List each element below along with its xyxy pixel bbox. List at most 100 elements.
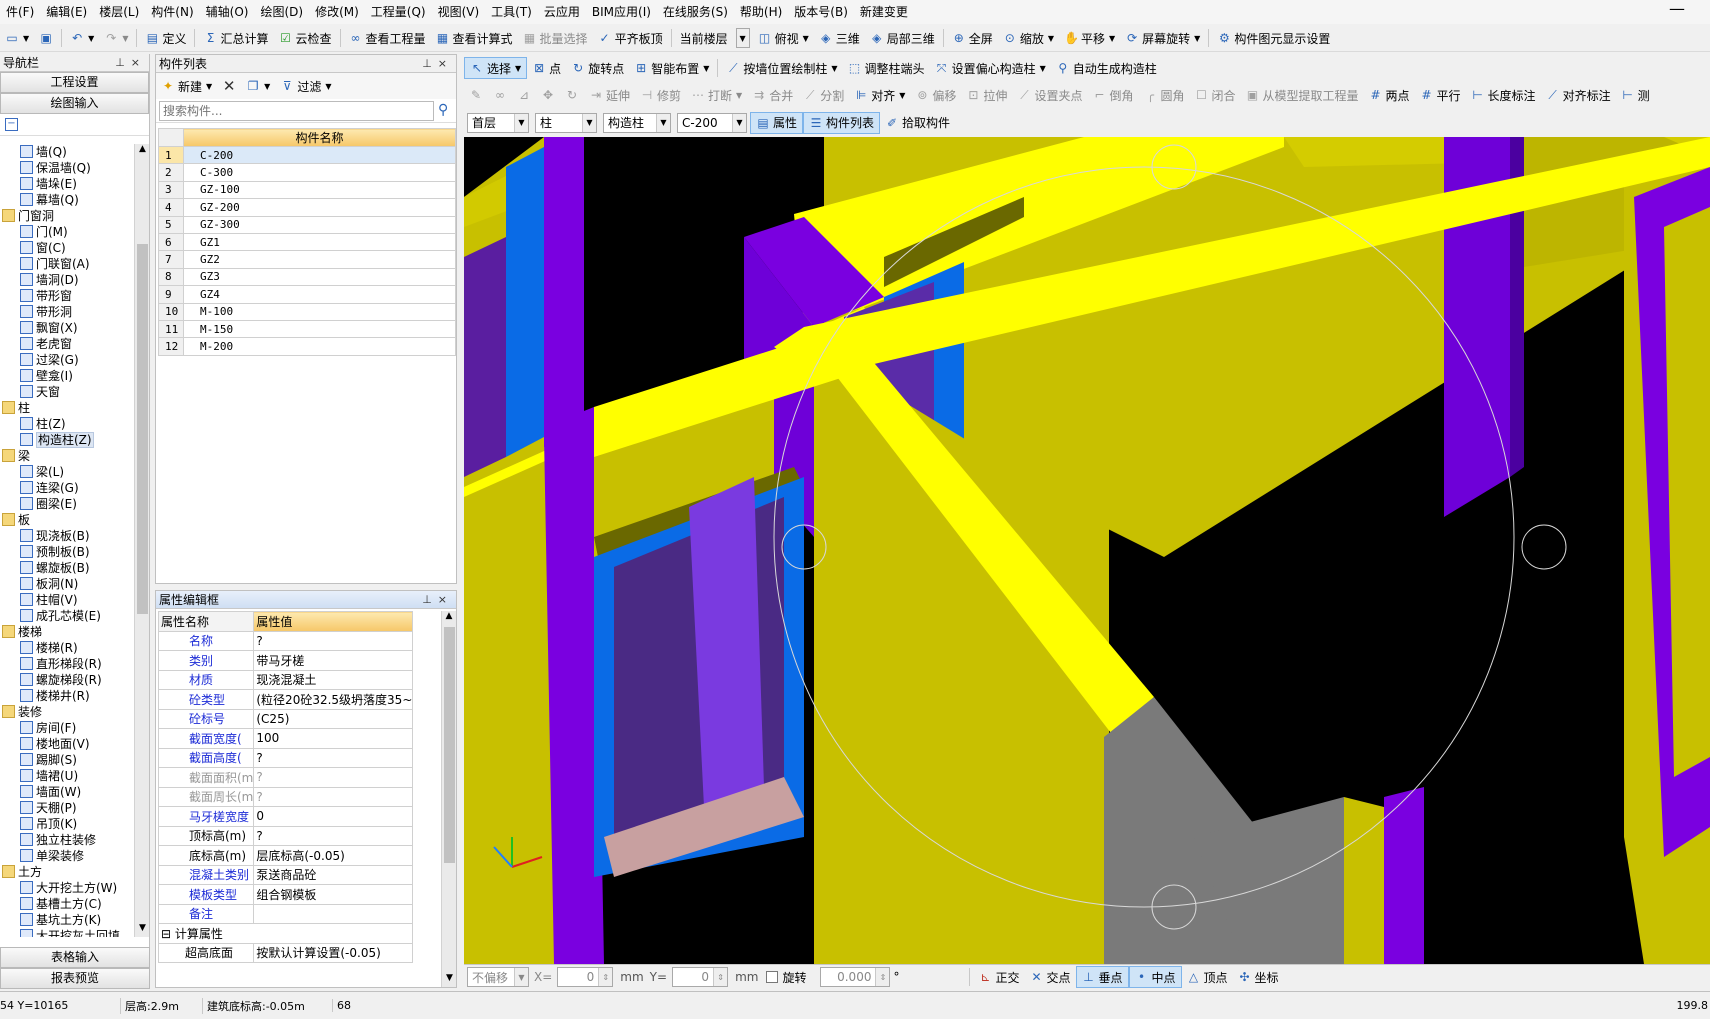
tree-item[interactable]: 预制板(B) xyxy=(0,544,134,560)
property-value[interactable]: ? xyxy=(253,825,414,846)
menu-item[interactable]: 编辑(E) xyxy=(40,0,93,24)
property-value[interactable]: 100 xyxy=(253,728,414,749)
pan-button[interactable]: ✋ 平移 ▼ xyxy=(1059,27,1120,49)
scroll-down-icon[interactable]: ▼ xyxy=(136,923,149,937)
tree-item[interactable]: 房间(F) xyxy=(0,720,134,736)
tree-folder[interactable]: 装修 xyxy=(0,704,134,720)
link-button[interactable]: ∞ xyxy=(488,84,512,106)
tree-item[interactable]: 墙裙(U) xyxy=(0,768,134,784)
3d-viewport[interactable] xyxy=(464,137,1710,964)
merge-button[interactable]: ⇉ 合并 xyxy=(747,84,798,106)
property-value[interactable]: (C25) xyxy=(253,708,414,729)
component-name-cell[interactable]: C-300 xyxy=(183,163,456,182)
mirror-button[interactable]: ⊿ xyxy=(512,84,536,106)
tree-item[interactable]: 构造柱(Z) xyxy=(0,432,134,448)
component-name-cell[interactable]: GZ4 xyxy=(183,285,456,304)
tree-item[interactable]: 幕墙(Q) xyxy=(0,192,134,208)
minimize-icon[interactable]: — xyxy=(1662,1,1692,20)
component-select[interactable]: C-200 ▼ xyxy=(677,112,747,133)
stretch-button[interactable]: ⊡ 拉伸 xyxy=(961,84,1012,106)
display-settings-button[interactable]: ⚙ 构件图元显示设置 xyxy=(1212,27,1335,49)
table-row[interactable]: 4 GZ-200 xyxy=(158,198,456,217)
orbit-handle-right[interactable] xyxy=(1521,524,1567,570)
move-button[interactable]: ✥ xyxy=(536,84,560,106)
tree-item[interactable]: 成孔芯模(E) xyxy=(0,608,134,624)
tree-item[interactable]: 楼梯(R) xyxy=(0,640,134,656)
view-formula-button[interactable]: ▦ 查看计算式 xyxy=(431,27,518,49)
property-row[interactable]: 材质 现浇混凝土 xyxy=(157,669,414,690)
pin-close-icon[interactable]: ⊥× xyxy=(422,593,453,606)
tree-item[interactable]: 窗(C) xyxy=(0,240,134,256)
tree-item[interactable]: 大开挖灰土回填 xyxy=(0,928,134,937)
tree-item[interactable]: 墙面(W) xyxy=(0,784,134,800)
category-select[interactable]: 柱 ▼ xyxy=(535,112,597,133)
delete-button[interactable]: ✕ xyxy=(217,75,241,97)
tree-item[interactable]: 带形洞 xyxy=(0,304,134,320)
auto-gen-button[interactable]: ⚲ 自动生成构造柱 xyxy=(1051,57,1162,79)
split-button[interactable]: ⟋ 分割 xyxy=(798,84,849,106)
tree-item[interactable]: 飘窗(X) xyxy=(0,320,134,336)
x-input[interactable]: 0 ⇕ xyxy=(557,967,614,987)
property-row[interactable]: 混凝土类别 泵送商品砼 xyxy=(157,864,414,885)
filter-button[interactable]: ⊽ 过滤 ▼ xyxy=(275,75,336,97)
set-offset-button[interactable]: ⤧ 设置偏心构造柱 ▼ xyxy=(930,57,1051,79)
scroll-thumb[interactable] xyxy=(137,244,148,614)
floor-dropdown[interactable]: ▼ xyxy=(735,28,750,48)
tree-item[interactable]: 壁龛(I) xyxy=(0,368,134,384)
tree-item[interactable]: 柱帽(V) xyxy=(0,592,134,608)
tree-item[interactable]: 天棚(P) xyxy=(0,800,134,816)
collapse-icon[interactable]: ⊟ xyxy=(161,927,175,941)
close-shape-button[interactable]: ☐ 闭合 xyxy=(1189,84,1240,106)
property-value[interactable]: 现浇混凝土 xyxy=(253,669,414,690)
pin-close-icon[interactable]: ⊥× xyxy=(422,57,453,70)
calc-button[interactable]: Σ 汇总计算 xyxy=(198,27,273,49)
property-row[interactable]: 截面周长(m? xyxy=(157,786,414,807)
property-value[interactable]: 按默认计算设置(-0.05) xyxy=(253,942,414,963)
column-header[interactable]: 构件名称 xyxy=(183,128,456,147)
menu-item[interactable]: 辅轴(O) xyxy=(200,0,255,24)
tree-item[interactable]: 连梁(G) xyxy=(0,480,134,496)
component-name-cell[interactable]: GZ-300 xyxy=(183,215,456,234)
comp-list-toggle[interactable]: ☰ 构件列表 xyxy=(803,111,881,134)
property-value[interactable]: 泵送商品砼 xyxy=(253,864,414,885)
property-value[interactable]: ? xyxy=(253,767,414,788)
tree-folder[interactable]: 梁 xyxy=(0,448,134,464)
report-preview-button[interactable]: 报表预览 xyxy=(0,968,150,989)
view3d-button[interactable]: ◈ 三维 xyxy=(814,27,865,49)
property-value[interactable]: 层底标高(-0.05) xyxy=(253,845,414,866)
property-row[interactable]: 砼类型 (粒径20砼32.5级坍落度35~ xyxy=(157,689,414,710)
redo-button[interactable]: ↷ ▼ xyxy=(99,27,133,49)
intersect-button[interactable]: ✕ 交点 xyxy=(1024,966,1075,988)
property-row[interactable]: 名称? xyxy=(157,630,414,651)
pick-button[interactable]: ✐ 拾取构件 xyxy=(880,112,955,134)
floor-select[interactable]: 首层 ▼ xyxy=(467,112,529,133)
tree-item[interactable]: 梁(L) xyxy=(0,464,134,480)
property-row[interactable]: 截面面积(m? xyxy=(157,767,414,788)
property-group[interactable]: ⊟ 计算属性 xyxy=(157,923,414,944)
table-row[interactable]: 11 M-150 xyxy=(158,319,456,339)
component-name-cell[interactable]: M-200 xyxy=(183,337,456,356)
menu-item[interactable]: 楼层(L) xyxy=(93,0,145,24)
copy-button[interactable]: ❐ ▼ xyxy=(241,75,275,97)
component-name-cell[interactable]: M-100 xyxy=(183,302,456,321)
props-scrollbar[interactable]: ▲ ▼ xyxy=(441,611,456,987)
flush-slab-button[interactable]: ✓ 平齐板顶 xyxy=(593,27,668,49)
open-button[interactable]: ▭ ▼ xyxy=(0,27,34,49)
property-value[interactable]: ? xyxy=(253,747,414,768)
tree-item[interactable]: 墙(Q) xyxy=(0,144,134,160)
tree-item[interactable]: 螺旋板(B) xyxy=(0,560,134,576)
menu-item[interactable]: 在线服务(S) xyxy=(657,0,734,24)
table-input-button[interactable]: 表格输入 xyxy=(0,947,150,968)
table-row[interactable]: 8 GZ3 xyxy=(158,267,456,287)
parallel-button[interactable]: # 平行 xyxy=(1415,84,1466,106)
pin-close-icon[interactable]: ⊥× xyxy=(115,56,146,69)
menu-item[interactable]: 帮助(H) xyxy=(734,0,788,24)
extract-button[interactable]: ▣ 从模型提取工程量 xyxy=(1241,84,1364,106)
tree-item[interactable]: 楼梯井(R) xyxy=(0,688,134,704)
tree-item[interactable]: 圈梁(E) xyxy=(0,496,134,512)
rotate-checkbox[interactable] xyxy=(766,971,779,983)
length-dim-button[interactable]: ⊢ 长度标注 xyxy=(1466,84,1541,106)
smart-layout-button[interactable]: ⊞ 智能布置 ▼ xyxy=(629,57,714,79)
tree-item[interactable]: 吊顶(K) xyxy=(0,816,134,832)
table-row[interactable]: 10 M-100 xyxy=(158,302,456,321)
